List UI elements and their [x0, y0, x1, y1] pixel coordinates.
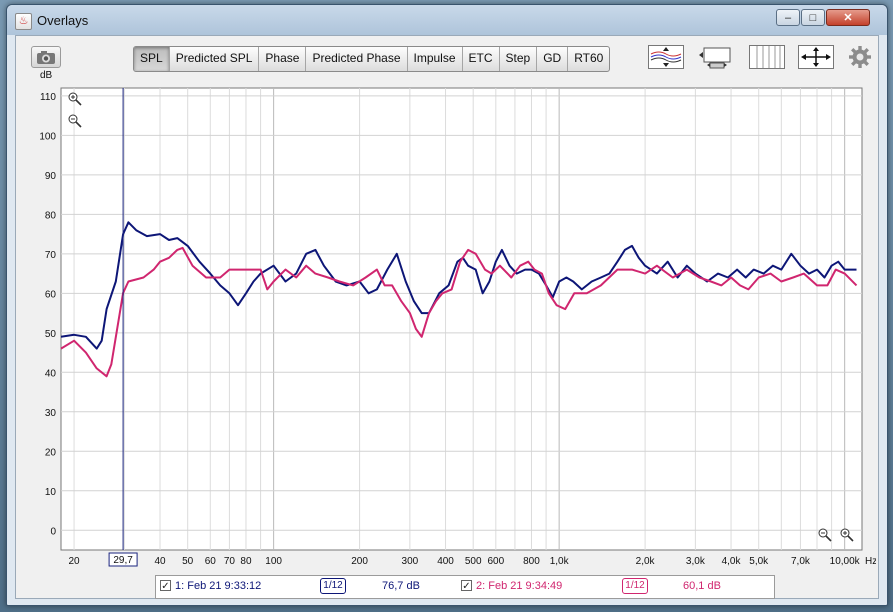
title-bar[interactable]: ♨ Overlays ‒ □ ✕ — [7, 5, 887, 35]
y-tick-label: 60 — [45, 289, 57, 300]
y-tick-label: 80 — [45, 210, 57, 221]
y-axis-unit: dB — [40, 70, 53, 81]
legend-panel: ✓ 1: Feb 21 9:33:12 1/12 76,7 dB ✓ 2: Fe… — [155, 575, 775, 599]
close-button[interactable]: ✕ — [826, 9, 870, 26]
plot-area — [60, 87, 863, 551]
x-tick-label: 5,0k — [749, 556, 769, 567]
y-tick-label: 20 — [45, 447, 57, 458]
y-tick-label: 0 — [50, 526, 56, 537]
x-tick-label: 80 — [240, 556, 252, 567]
x-tick-label: 2,0k — [636, 556, 656, 567]
x-tick-label: 500 — [465, 556, 482, 567]
x-tick-label: 60 — [205, 556, 217, 567]
y-tick-label: 110 — [40, 92, 56, 103]
x-tick-label: 40 — [154, 556, 166, 567]
x-tick-label: 7,0k — [791, 556, 811, 567]
m1-smoothing-button[interactable]: 1/12 — [320, 578, 346, 594]
minimize-button[interactable]: ‒ — [776, 9, 800, 26]
x-tick-label: 20 — [69, 556, 81, 567]
y-tick-label: 90 — [45, 171, 57, 182]
x-axis-unit: Hz — [865, 556, 876, 567]
x-tick-label: 600 — [487, 556, 504, 567]
m2-label[interactable]: 2: Feb 21 9:34:49 — [476, 579, 562, 594]
x-tick-label: 400 — [437, 556, 454, 567]
app-icon: ♨ — [15, 13, 32, 30]
overlays-window: ♨ Overlays ‒ □ ✕ SPL Predicted SPL Phase Pr… — [6, 4, 888, 606]
y-tick-label: 40 — [45, 368, 57, 379]
x-tick-label: 1,0k — [550, 556, 570, 567]
x-tick-label: 100 — [265, 556, 282, 567]
y-tick-label: 50 — [45, 329, 57, 340]
x-tick-label: 50 — [182, 556, 194, 567]
client-area: SPL Predicted SPL Phase Predicted Phase Impu… — [15, 35, 879, 599]
m2-smoothing-button[interactable]: 1/12 — [622, 578, 648, 594]
m1-cursor-value: 76,7 dB — [382, 580, 420, 592]
y-tick-label: 70 — [45, 250, 57, 261]
spl-plot[interactable]: 0 10 20 30 40 50 60 70 80 90 100 110 dB 20 40 50 60 70 80 1… — [16, 36, 876, 576]
x-tick-label: 3,0k — [686, 556, 706, 567]
cursor-x-label: 29,7 — [113, 555, 133, 566]
m2-checkbox[interactable]: ✓ — [461, 580, 472, 592]
m1-label[interactable]: 1: Feb 21 9:33:12 — [175, 579, 261, 594]
x-tick-label: 4,0k — [722, 556, 742, 567]
maximize-button[interactable]: □ — [801, 9, 825, 26]
y-tick-label: 100 — [39, 131, 56, 142]
x-tick-label: 70 — [224, 556, 236, 567]
m1-checkbox[interactable]: ✓ — [160, 580, 171, 592]
window-title: Overlays — [37, 13, 89, 28]
x-tick-label: 800 — [523, 556, 540, 567]
x-tick-label: 200 — [351, 556, 368, 567]
y-tick-label: 30 — [45, 408, 57, 419]
y-tick-label: 10 — [45, 487, 57, 498]
m2-cursor-value: 60,1 dB — [683, 580, 721, 592]
x-tick-label: 10,00k — [830, 556, 861, 567]
x-tick-label: 300 — [402, 556, 419, 567]
